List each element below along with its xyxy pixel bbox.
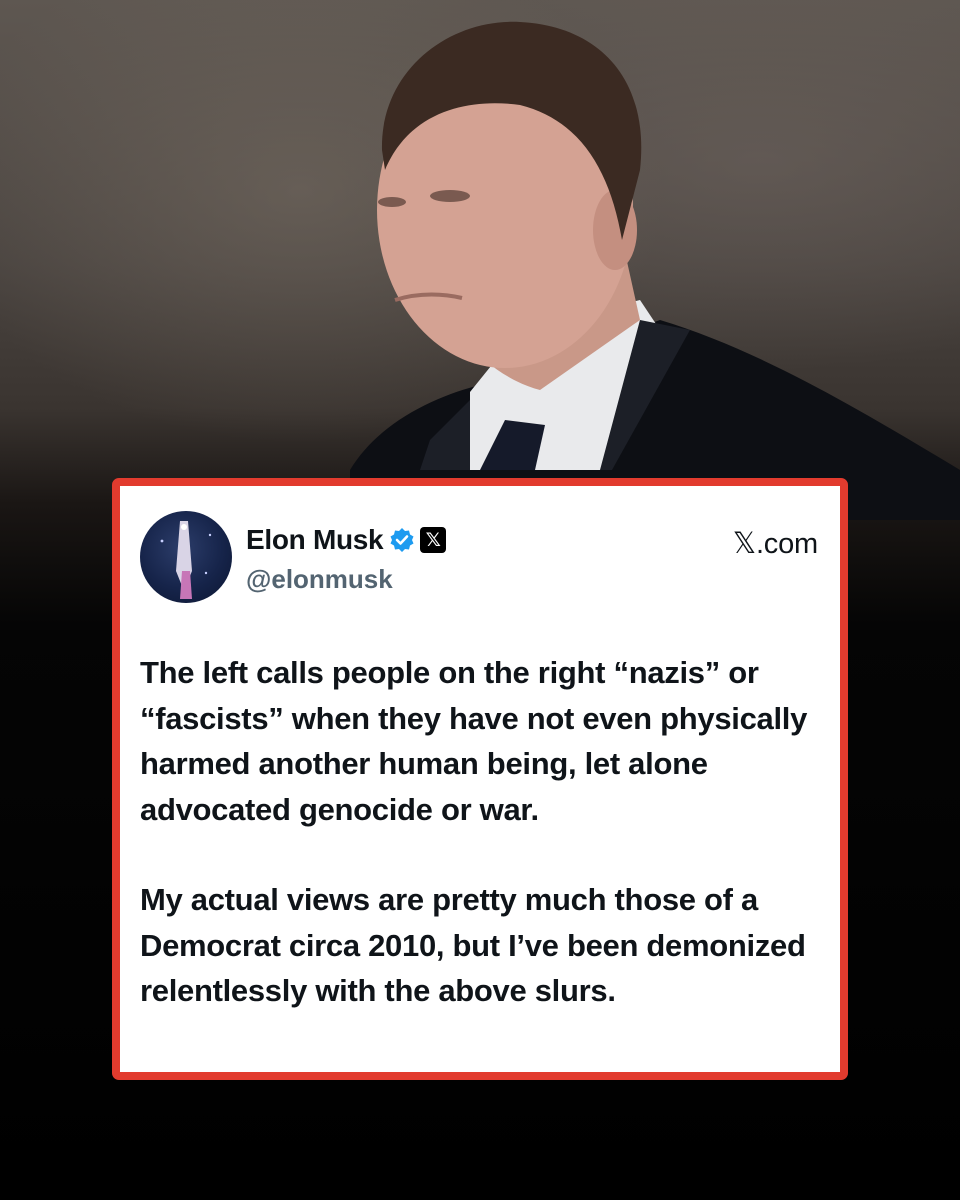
site-label: 𝕏.com [732, 528, 818, 560]
rocket-avatar-icon [160, 521, 212, 599]
avatar[interactable] [140, 511, 232, 603]
tweet-paragraph: My actual views are pretty much those of… [140, 882, 806, 1008]
author-name-row: Elon Musk 𝕏 [246, 524, 447, 556]
tweet-text: The left calls people on the right “nazi… [140, 650, 830, 1014]
tweet-paragraph: The left calls people on the right “nazi… [140, 655, 808, 827]
display-name[interactable]: Elon Musk [246, 524, 384, 556]
verified-badge-icon [389, 527, 415, 553]
x-logo-icon: 𝕏 [420, 527, 447, 553]
tweet-card: Elon Musk 𝕏 @elonmusk 𝕏.com The left cal… [112, 478, 848, 1080]
username-handle[interactable]: @elonmusk [246, 564, 393, 595]
